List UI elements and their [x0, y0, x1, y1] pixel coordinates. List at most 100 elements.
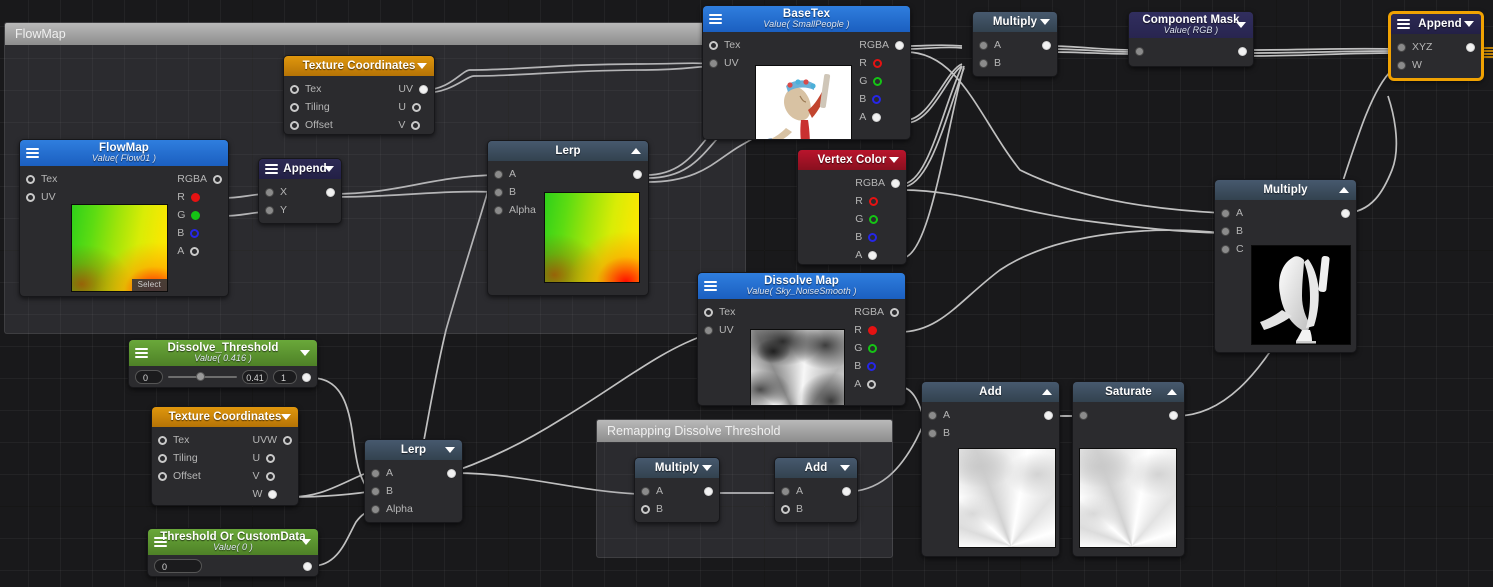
node-multiply-right[interactable]: Multiply A B C — [1214, 179, 1357, 353]
node-multiply-top[interactable]: Multiply A B — [972, 11, 1058, 77]
input-pin-icon[interactable] — [494, 187, 503, 197]
node-header[interactable]: Add — [922, 382, 1059, 402]
node-header[interactable]: Threshold Or CustomData Value( 0 ) — [148, 529, 318, 555]
input-pin-row[interactable]: Tex — [704, 303, 735, 321]
input-pin-icon[interactable] — [265, 205, 274, 215]
node-graph-canvas[interactable]: FlowMap Remapping Dissolve Threshold Tex… — [0, 0, 1493, 587]
output-pin-icon-green[interactable] — [868, 343, 878, 353]
output-pin-row[interactable]: R — [855, 192, 900, 210]
node-header[interactable]: Add — [775, 458, 857, 478]
output-pin-icon[interactable] — [872, 112, 882, 122]
input-pin-icon[interactable] — [26, 174, 35, 184]
output-pin-row[interactable]: B — [177, 224, 222, 242]
input-pin-row[interactable]: A — [641, 482, 663, 500]
input-pin-icon[interactable] — [290, 120, 299, 130]
input-pin-row[interactable]: B — [494, 183, 536, 201]
output-pin-row[interactable]: R — [177, 188, 222, 206]
output-pin-row[interactable]: G — [855, 210, 900, 228]
input-pin-row[interactable]: Alpha — [371, 500, 413, 518]
input-pin-icon[interactable] — [494, 205, 503, 215]
input-pin-row[interactable]: B — [781, 500, 803, 518]
output-pin-row[interactable] — [447, 464, 456, 482]
input-pin-row[interactable]: A — [979, 36, 1001, 54]
input-pin-icon[interactable] — [371, 504, 380, 514]
parameter-slider-row[interactable]: 0 0.41 1 — [129, 366, 317, 387]
output-pin-icon-green[interactable] — [869, 214, 879, 224]
input-pin-icon[interactable] — [371, 468, 380, 478]
node-append-right[interactable]: Append XYZ W — [1389, 12, 1483, 80]
output-pin-icon[interactable] — [1044, 410, 1053, 420]
input-pin-row[interactable]: W — [1397, 56, 1432, 74]
input-pin-row[interactable]: Tex — [26, 170, 57, 188]
output-pin-icon-red[interactable] — [190, 192, 200, 202]
menu-icon[interactable] — [704, 281, 717, 291]
chevron-down-icon[interactable] — [889, 157, 899, 163]
menu-icon[interactable] — [265, 164, 278, 174]
node-header[interactable]: Append — [1391, 14, 1481, 34]
value-slider[interactable] — [168, 370, 237, 384]
output-pin-icon[interactable] — [303, 561, 312, 571]
input-pin-icon[interactable] — [290, 84, 299, 94]
chevron-up-icon[interactable] — [1167, 389, 1177, 395]
output-pin-row[interactable]: UV — [398, 80, 428, 98]
output-pin-row[interactable]: RGBA — [859, 36, 904, 54]
node-header[interactable]: Dissolve_Threshold Value( 0.416 ) — [129, 340, 317, 366]
output-pin-icon[interactable] — [1341, 208, 1350, 218]
output-pin-icon-green[interactable] — [191, 210, 201, 220]
input-pin-icon[interactable] — [979, 40, 988, 50]
output-pin-icon-blue[interactable] — [867, 361, 877, 371]
output-pin-row[interactable]: RGBA — [854, 303, 899, 321]
output-pin-row[interactable]: UVW — [253, 431, 292, 449]
menu-icon[interactable] — [135, 348, 148, 358]
input-pin-row[interactable]: Offset — [290, 116, 333, 134]
output-pin-row[interactable] — [1341, 204, 1350, 222]
node-preview-thumbnail[interactable] — [1079, 448, 1177, 548]
input-pin-icon[interactable] — [494, 169, 503, 179]
output-pin-icon[interactable] — [868, 250, 878, 260]
output-pin-row[interactable]: A — [177, 242, 222, 260]
output-pin-row[interactable]: G — [859, 72, 904, 90]
node-header[interactable]: Dissolve Map Value( Sky_NoiseSmooth ) — [698, 273, 905, 299]
input-pin-icon[interactable] — [709, 40, 718, 50]
output-pin-row[interactable]: RGBA — [855, 174, 900, 192]
output-pin-icon[interactable] — [842, 486, 851, 496]
input-pin-row[interactable]: XYZ — [1397, 38, 1432, 56]
node-preview-thumbnail[interactable] — [1251, 245, 1351, 345]
output-pin-icon[interactable] — [419, 84, 428, 94]
input-pin-row[interactable]: Tex — [158, 431, 201, 449]
node-header[interactable]: Saturate — [1073, 382, 1184, 402]
current-value-field[interactable]: 0 — [154, 559, 202, 573]
input-pin-icon[interactable] — [704, 307, 713, 317]
output-pin-row[interactable]: RGBA — [177, 170, 222, 188]
node-lerp-top[interactable]: Lerp A B Alpha — [487, 140, 649, 296]
input-pin-icon[interactable] — [641, 504, 650, 514]
node-texture-coordinates-bottom[interactable]: Texture Coordinates Tex Tiling Offset UV… — [151, 406, 299, 506]
input-pin-icon[interactable] — [158, 471, 167, 481]
output-pin-icon[interactable] — [895, 40, 904, 50]
input-pin-icon[interactable] — [1397, 42, 1406, 52]
output-pin-row[interactable]: V — [253, 467, 293, 485]
chevron-down-icon[interactable] — [1040, 19, 1050, 25]
texture-thumbnail[interactable]: Select — [71, 204, 168, 292]
node-threshold-or-customdata-param[interactable]: Threshold Or CustomData Value( 0 ) 0 — [147, 528, 319, 577]
node-remap-add[interactable]: Add A B — [774, 457, 858, 523]
input-pin-icon[interactable] — [371, 486, 380, 496]
input-pin-row[interactable]: B — [371, 482, 413, 500]
output-pin-row[interactable] — [704, 482, 713, 500]
input-pin-row[interactable]: A — [494, 165, 536, 183]
node-header[interactable]: FlowMap Value( Flow01 ) — [20, 140, 228, 166]
output-pin-icon[interactable] — [1169, 410, 1178, 420]
texture-thumbnail[interactable]: Select — [750, 329, 845, 405]
node-header[interactable]: Component Mask Value( RGB ) — [1129, 12, 1253, 38]
input-pin-icon[interactable] — [265, 187, 274, 197]
output-pin-row[interactable]: U — [253, 449, 293, 467]
input-pin-icon[interactable] — [781, 504, 790, 514]
output-pin-row[interactable]: A — [855, 246, 900, 264]
node-header[interactable]: Vertex Color — [798, 150, 906, 170]
input-pin-row[interactable]: Alpha — [494, 201, 536, 219]
input-pin-icon[interactable] — [928, 410, 937, 420]
chevron-down-icon[interactable] — [445, 447, 455, 453]
input-pin-row[interactable]: X — [265, 183, 287, 201]
node-dissolve-threshold-param[interactable]: Dissolve_Threshold Value( 0.416 ) 0 0.41… — [128, 339, 318, 388]
input-pin-row[interactable]: Tiling — [290, 98, 333, 116]
